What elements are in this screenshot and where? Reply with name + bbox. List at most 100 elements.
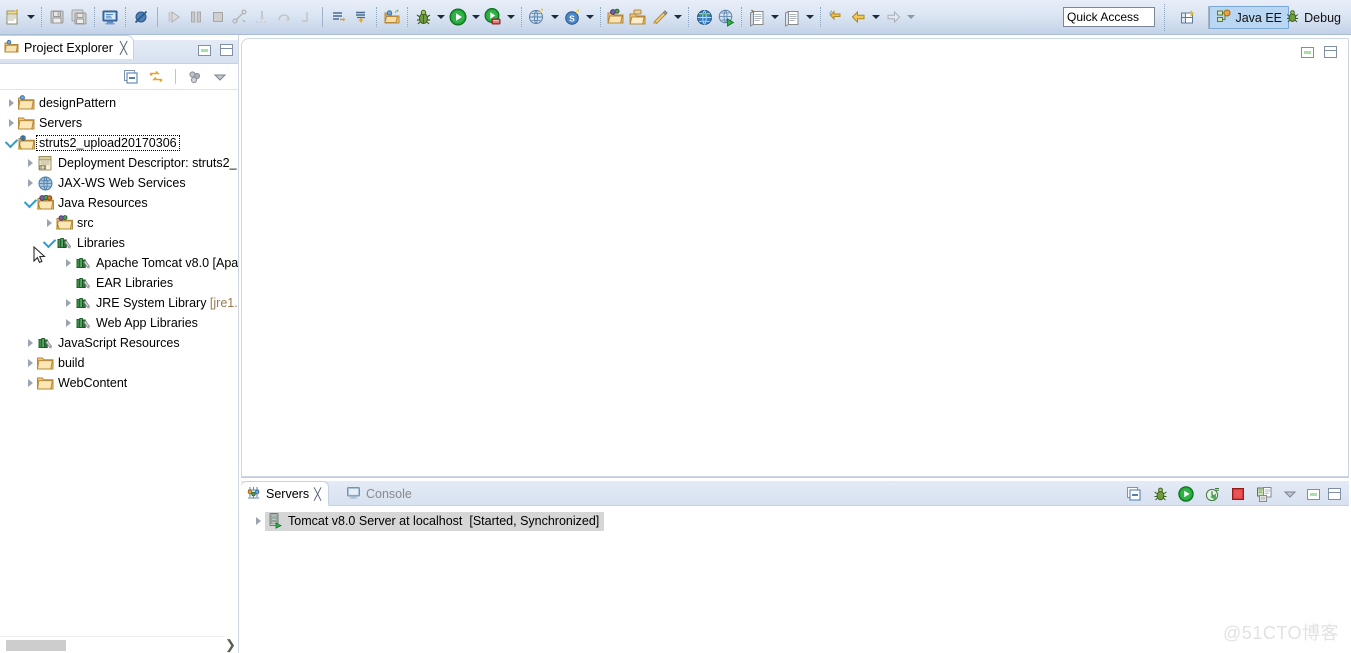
chevron-down-icon[interactable] [23,193,37,213]
chevron-down-icon[interactable] [4,133,18,153]
coverage-dropdown-arrow-icon[interactable] [504,6,517,28]
tree-item[interactable]: JAX-WS Web Services [0,173,239,193]
debug-icon[interactable] [412,6,434,28]
project-tree[interactable]: designPattern Servers! struts2_upload20170… [0,91,239,653]
back-history-icon[interactable] [847,6,869,28]
new-report-icon[interactable] [746,6,768,28]
tree-item[interactable]: ! src [0,213,239,233]
tree-item[interactable]: 3.1 Deployment Descriptor: struts2_ [0,153,239,173]
svg-text:!: ! [38,204,39,209]
new-dropdown-arrow-icon[interactable] [24,6,37,28]
perspective-java-ee-button[interactable]: Java EE [1209,6,1289,29]
link-with-editor-icon[interactable] [147,68,165,86]
minimize-icon[interactable] [198,44,211,56]
servers-list[interactable]: Tomcat v8.0 Server at localhost [Started… [241,506,1349,653]
open-task-icon[interactable] [627,6,649,28]
save-all-icon[interactable] [68,6,90,28]
open-perspective-icon[interactable] [1177,7,1199,28]
new-server-icon[interactable] [526,6,548,28]
editor-area[interactable] [241,38,1349,477]
report-dropdown-arrow-icon[interactable] [768,6,781,28]
previous-edit-location-icon[interactable] [825,6,847,28]
stop-server-icon[interactable] [1229,485,1247,503]
web-browser-icon[interactable] [693,6,715,28]
new-document-icon[interactable] [781,6,803,28]
profile-server-icon[interactable] [1203,485,1221,503]
run-dropdown-arrow-icon[interactable] [469,6,482,28]
new-file-dropdown-arrow-icon[interactable] [671,6,684,28]
toolbar-group-debug-run [412,4,517,30]
tab-project-explorer[interactable]: Project Explorer ╳ [0,35,135,59]
chevron-right-icon[interactable] [23,353,37,373]
start-server-icon[interactable] [1177,485,1195,503]
chevron-right-icon[interactable] [61,253,75,273]
quick-access-input[interactable]: Quick Access [1063,7,1155,27]
collapse-all-icon[interactable] [1125,485,1143,503]
chevron-right-icon[interactable] [4,93,18,113]
back-dropdown-arrow-icon[interactable] [869,6,882,28]
chevron-right-icon[interactable] [4,113,18,133]
display-selected-console-icon[interactable] [99,6,121,28]
chevron-right-icon[interactable] [251,511,265,531]
tree-item[interactable]: designPattern [0,93,239,113]
document-dropdown-arrow-icon[interactable] [803,6,816,28]
new-jsp-icon[interactable] [649,6,671,28]
perspective-debug-button[interactable]: Debug [1279,6,1347,29]
svn-icon[interactable]: S [561,6,583,28]
scrollbar-thumb[interactable] [6,640,66,651]
run-coverage-icon[interactable] [482,6,504,28]
new-server-dropdown-arrow-icon[interactable] [548,6,561,28]
tab-servers[interactable]: Servers ╳ [241,481,330,506]
run-icon[interactable] [447,6,469,28]
project-explorer-hscrollbar[interactable] [0,636,225,653]
toolbar-separator [175,69,176,84]
tree-item[interactable]: ! Java Resources [0,193,239,213]
chevron-right-icon[interactable] [42,213,56,233]
tab-console[interactable]: Console [341,481,419,506]
view-menu-group-icon[interactable] [186,68,204,86]
server-row-content[interactable]: Tomcat v8.0 Server at localhost [Started… [265,511,605,531]
chevron-right-icon[interactable] [61,313,75,333]
tree-item[interactable]: JRE System Library [jre1.8 [0,293,239,313]
panel-divider[interactable] [238,35,239,653]
chevron-right-icon[interactable] [23,153,37,173]
collapse-all-icon[interactable] [122,68,140,86]
tree-item[interactable]: Servers [0,113,239,133]
chevron-right-icon[interactable] [23,333,37,353]
skip-all-breakpoints-icon[interactable] [130,6,152,28]
minimize-icon[interactable] [1307,488,1320,500]
next-annotation-icon[interactable] [328,6,350,28]
tree-item[interactable]: Web App Libraries [0,313,239,333]
debug-server-icon[interactable] [1151,485,1169,503]
run-as-server-icon[interactable] [715,6,737,28]
toolbar-separator [741,7,742,27]
svg-text:3.1: 3.1 [39,165,46,170]
new-wizard-icon[interactable] [2,6,24,28]
chevron-right-icon[interactable] [23,373,37,393]
previous-annotation-icon[interactable] [350,6,372,28]
view-menu-icon[interactable] [1281,485,1299,503]
close-icon[interactable]: ╳ [120,41,127,55]
scroll-right-icon[interactable]: ❯ [222,636,239,653]
open-type-icon[interactable] [605,6,627,28]
close-icon[interactable]: ╳ [314,487,321,501]
view-menu-icon[interactable] [211,68,229,86]
maximize-icon[interactable] [220,44,233,56]
maximize-icon[interactable] [1328,488,1341,500]
save-icon[interactable] [46,6,68,28]
chevron-right-icon[interactable] [23,173,37,193]
chevron-right-icon[interactable] [61,293,75,313]
tree-item[interactable]: WebContent [0,373,239,393]
server-row[interactable]: Tomcat v8.0 Server at localhost [Started… [241,511,1349,531]
new-java-ee-project-icon[interactable] [381,6,403,28]
svn-dropdown-arrow-icon[interactable] [583,6,596,28]
debug-dropdown-arrow-icon[interactable] [434,6,447,28]
tree-item[interactable]: build [0,353,239,373]
publish-server-icon[interactable] [1255,485,1273,503]
tree-item[interactable]: JavaScript Resources [0,333,239,353]
minimize-icon[interactable] [1301,46,1314,58]
tree-item[interactable]: EAR Libraries [0,273,239,293]
tree-item[interactable]: ! struts2_upload20170306 [0,133,239,153]
maximize-icon[interactable] [1324,46,1337,58]
main-toolbar: S Quick Access Java EE Debug [0,0,1351,35]
